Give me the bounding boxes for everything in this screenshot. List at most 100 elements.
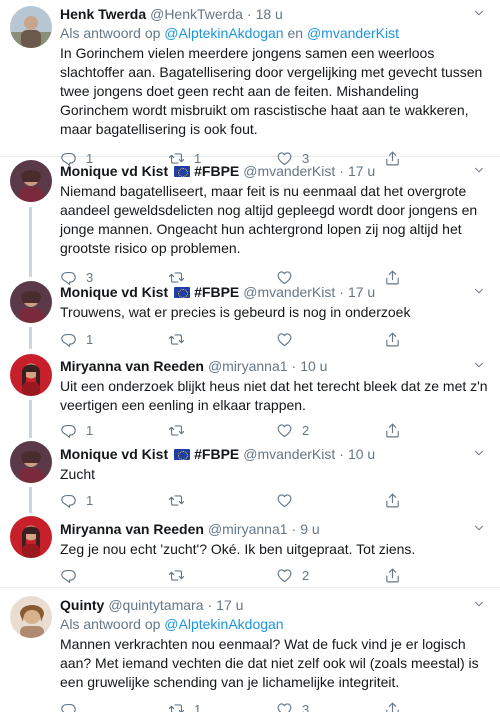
avatar[interactable] [10, 441, 52, 483]
timestamp[interactable]: 10 u [300, 356, 327, 376]
reply-button[interactable]: 1 [60, 492, 168, 509]
chevron-down-icon[interactable] [472, 284, 486, 298]
retweet-button[interactable] [168, 331, 276, 348]
reply-icon [60, 701, 77, 712]
retweet-icon [168, 422, 185, 439]
chevron-down-icon[interactable] [472, 597, 486, 611]
author-handle[interactable]: @quintytamara [108, 595, 203, 615]
author-name[interactable]: Miryanna van Reeden [60, 356, 204, 376]
separator-dot: · [246, 6, 252, 22]
tweet[interactable]: Miryanna van Reeden @miryanna1 · 10 u Ui… [0, 348, 500, 438]
reply-button[interactable]: 1 [60, 422, 168, 439]
share-icon [384, 567, 401, 584]
separator-dot: · [291, 358, 297, 374]
timestamp[interactable]: 18 u [256, 4, 283, 24]
reply-icon [60, 567, 77, 584]
avatar[interactable] [10, 281, 52, 323]
reply-icon [60, 422, 77, 439]
author-badge[interactable]: #FBPE [194, 444, 239, 464]
chevron-down-icon[interactable] [472, 358, 486, 372]
avatar[interactable] [10, 596, 52, 638]
share-button[interactable] [384, 492, 424, 509]
avatar[interactable] [10, 6, 52, 48]
tweet[interactable]: Monique vd Kist #FBPE @mvanderKist · 17 … [0, 279, 500, 349]
retweet-button[interactable]: 1 [168, 701, 276, 712]
tweet-header: Monique vd Kist #FBPE @mvanderKist · 10 … [60, 444, 488, 464]
timestamp[interactable]: 17 u [216, 595, 243, 615]
reply-prefix: Als antwoord op [60, 25, 161, 41]
author-handle[interactable]: @mvanderKist [243, 444, 335, 464]
author-handle[interactable]: @HenkTwerda [150, 4, 243, 24]
tweet-text: Trouwens, wat er precies is gebeurd is n… [60, 304, 411, 320]
share-button[interactable] [384, 422, 424, 439]
reply-button[interactable] [60, 701, 168, 712]
separator-dot: · [339, 284, 344, 300]
chevron-down-icon[interactable] [472, 446, 486, 460]
thread-line [29, 207, 32, 277]
reply-button[interactable]: 1 [60, 331, 168, 348]
author-handle[interactable]: @mvanderKist [243, 161, 335, 181]
like-button[interactable] [276, 331, 384, 348]
reply-count: 1 [86, 422, 94, 438]
chevron-down-icon[interactable] [472, 521, 486, 535]
reply-button[interactable] [60, 567, 168, 584]
mention-link[interactable]: @mvanderKist [307, 25, 399, 41]
thread-line [29, 487, 32, 513]
like-icon [276, 701, 293, 712]
share-button[interactable] [384, 701, 424, 712]
retweet-icon [168, 701, 185, 712]
tweet[interactable]: Miryanna van Reeden @miryanna1 · 9 u Zeg… [0, 513, 500, 588]
author-name[interactable]: Miryanna van Reeden [60, 519, 204, 539]
tweet-text: Zeg je nou echt 'zucht'? Oké. Ik ben uit… [60, 541, 416, 557]
reply-joiner: en [287, 25, 304, 41]
tweet[interactable]: Monique vd Kist #FBPE @mvanderKist · 10 … [0, 438, 500, 513]
avatar[interactable] [10, 160, 52, 202]
like-button[interactable]: 3 [276, 701, 384, 712]
chevron-down-icon[interactable] [472, 163, 486, 177]
like-icon [276, 492, 293, 509]
reply-count: 1 [86, 331, 94, 347]
retweet-icon [168, 331, 185, 348]
eu-flag-icon [174, 448, 191, 460]
tweet[interactable]: Henk Twerda @HenkTwerda · 18 u Als antwo… [0, 0, 500, 157]
tweet-actions: 1 [60, 489, 488, 511]
tweet[interactable]: Monique vd Kist #FBPE @mvanderKist · 17 … [0, 157, 500, 279]
tweet-header: Miryanna van Reeden @miryanna1 · 10 u [60, 356, 488, 376]
timestamp[interactable]: 17 u [348, 282, 375, 302]
share-button[interactable] [384, 567, 424, 584]
author-name[interactable]: Monique vd Kist [60, 444, 168, 464]
avatar[interactable] [10, 354, 52, 396]
mention-link[interactable]: @AlptekinAkdogan [164, 616, 283, 632]
avatar[interactable] [10, 516, 52, 558]
author-badge[interactable]: #FBPE [194, 282, 239, 302]
chevron-down-icon[interactable] [472, 6, 486, 20]
like-button[interactable] [276, 492, 384, 509]
tweet-actions: 1 3 [60, 698, 488, 712]
separator-dot: · [339, 163, 344, 179]
author-handle[interactable]: @mvanderKist [243, 282, 335, 302]
timestamp[interactable]: 9 u [300, 519, 319, 539]
retweet-button[interactable] [168, 422, 276, 439]
eu-flag-icon [174, 286, 191, 298]
eu-flag-icon [174, 165, 191, 177]
like-count: 2 [302, 422, 310, 438]
separator-dot: · [339, 446, 344, 462]
author-name[interactable]: Monique vd Kist [60, 161, 168, 181]
author-badge[interactable]: #FBPE [194, 161, 239, 181]
timestamp[interactable]: 10 u [348, 444, 375, 464]
tweet-text: Mannen verkrachten nou eenmaal? Wat de f… [60, 636, 479, 690]
share-button[interactable] [384, 331, 424, 348]
retweet-button[interactable] [168, 567, 276, 584]
like-button[interactable]: 2 [276, 567, 384, 584]
retweet-button[interactable] [168, 492, 276, 509]
mention-link[interactable]: @AlptekinAkdogan [164, 25, 283, 41]
conversation-feed: Henk Twerda @HenkTwerda · 18 u Als antwo… [0, 0, 500, 712]
like-button[interactable]: 2 [276, 422, 384, 439]
timestamp[interactable]: 17 u [348, 161, 375, 181]
author-handle[interactable]: @miryanna1 [208, 356, 288, 376]
tweet[interactable]: Quinty @quintytamara · 17 u Als antwoord… [0, 588, 500, 712]
author-handle[interactable]: @miryanna1 [208, 519, 288, 539]
author-name[interactable]: Quinty [60, 595, 104, 615]
author-name[interactable]: Henk Twerda [60, 4, 146, 24]
author-name[interactable]: Monique vd Kist [60, 282, 168, 302]
